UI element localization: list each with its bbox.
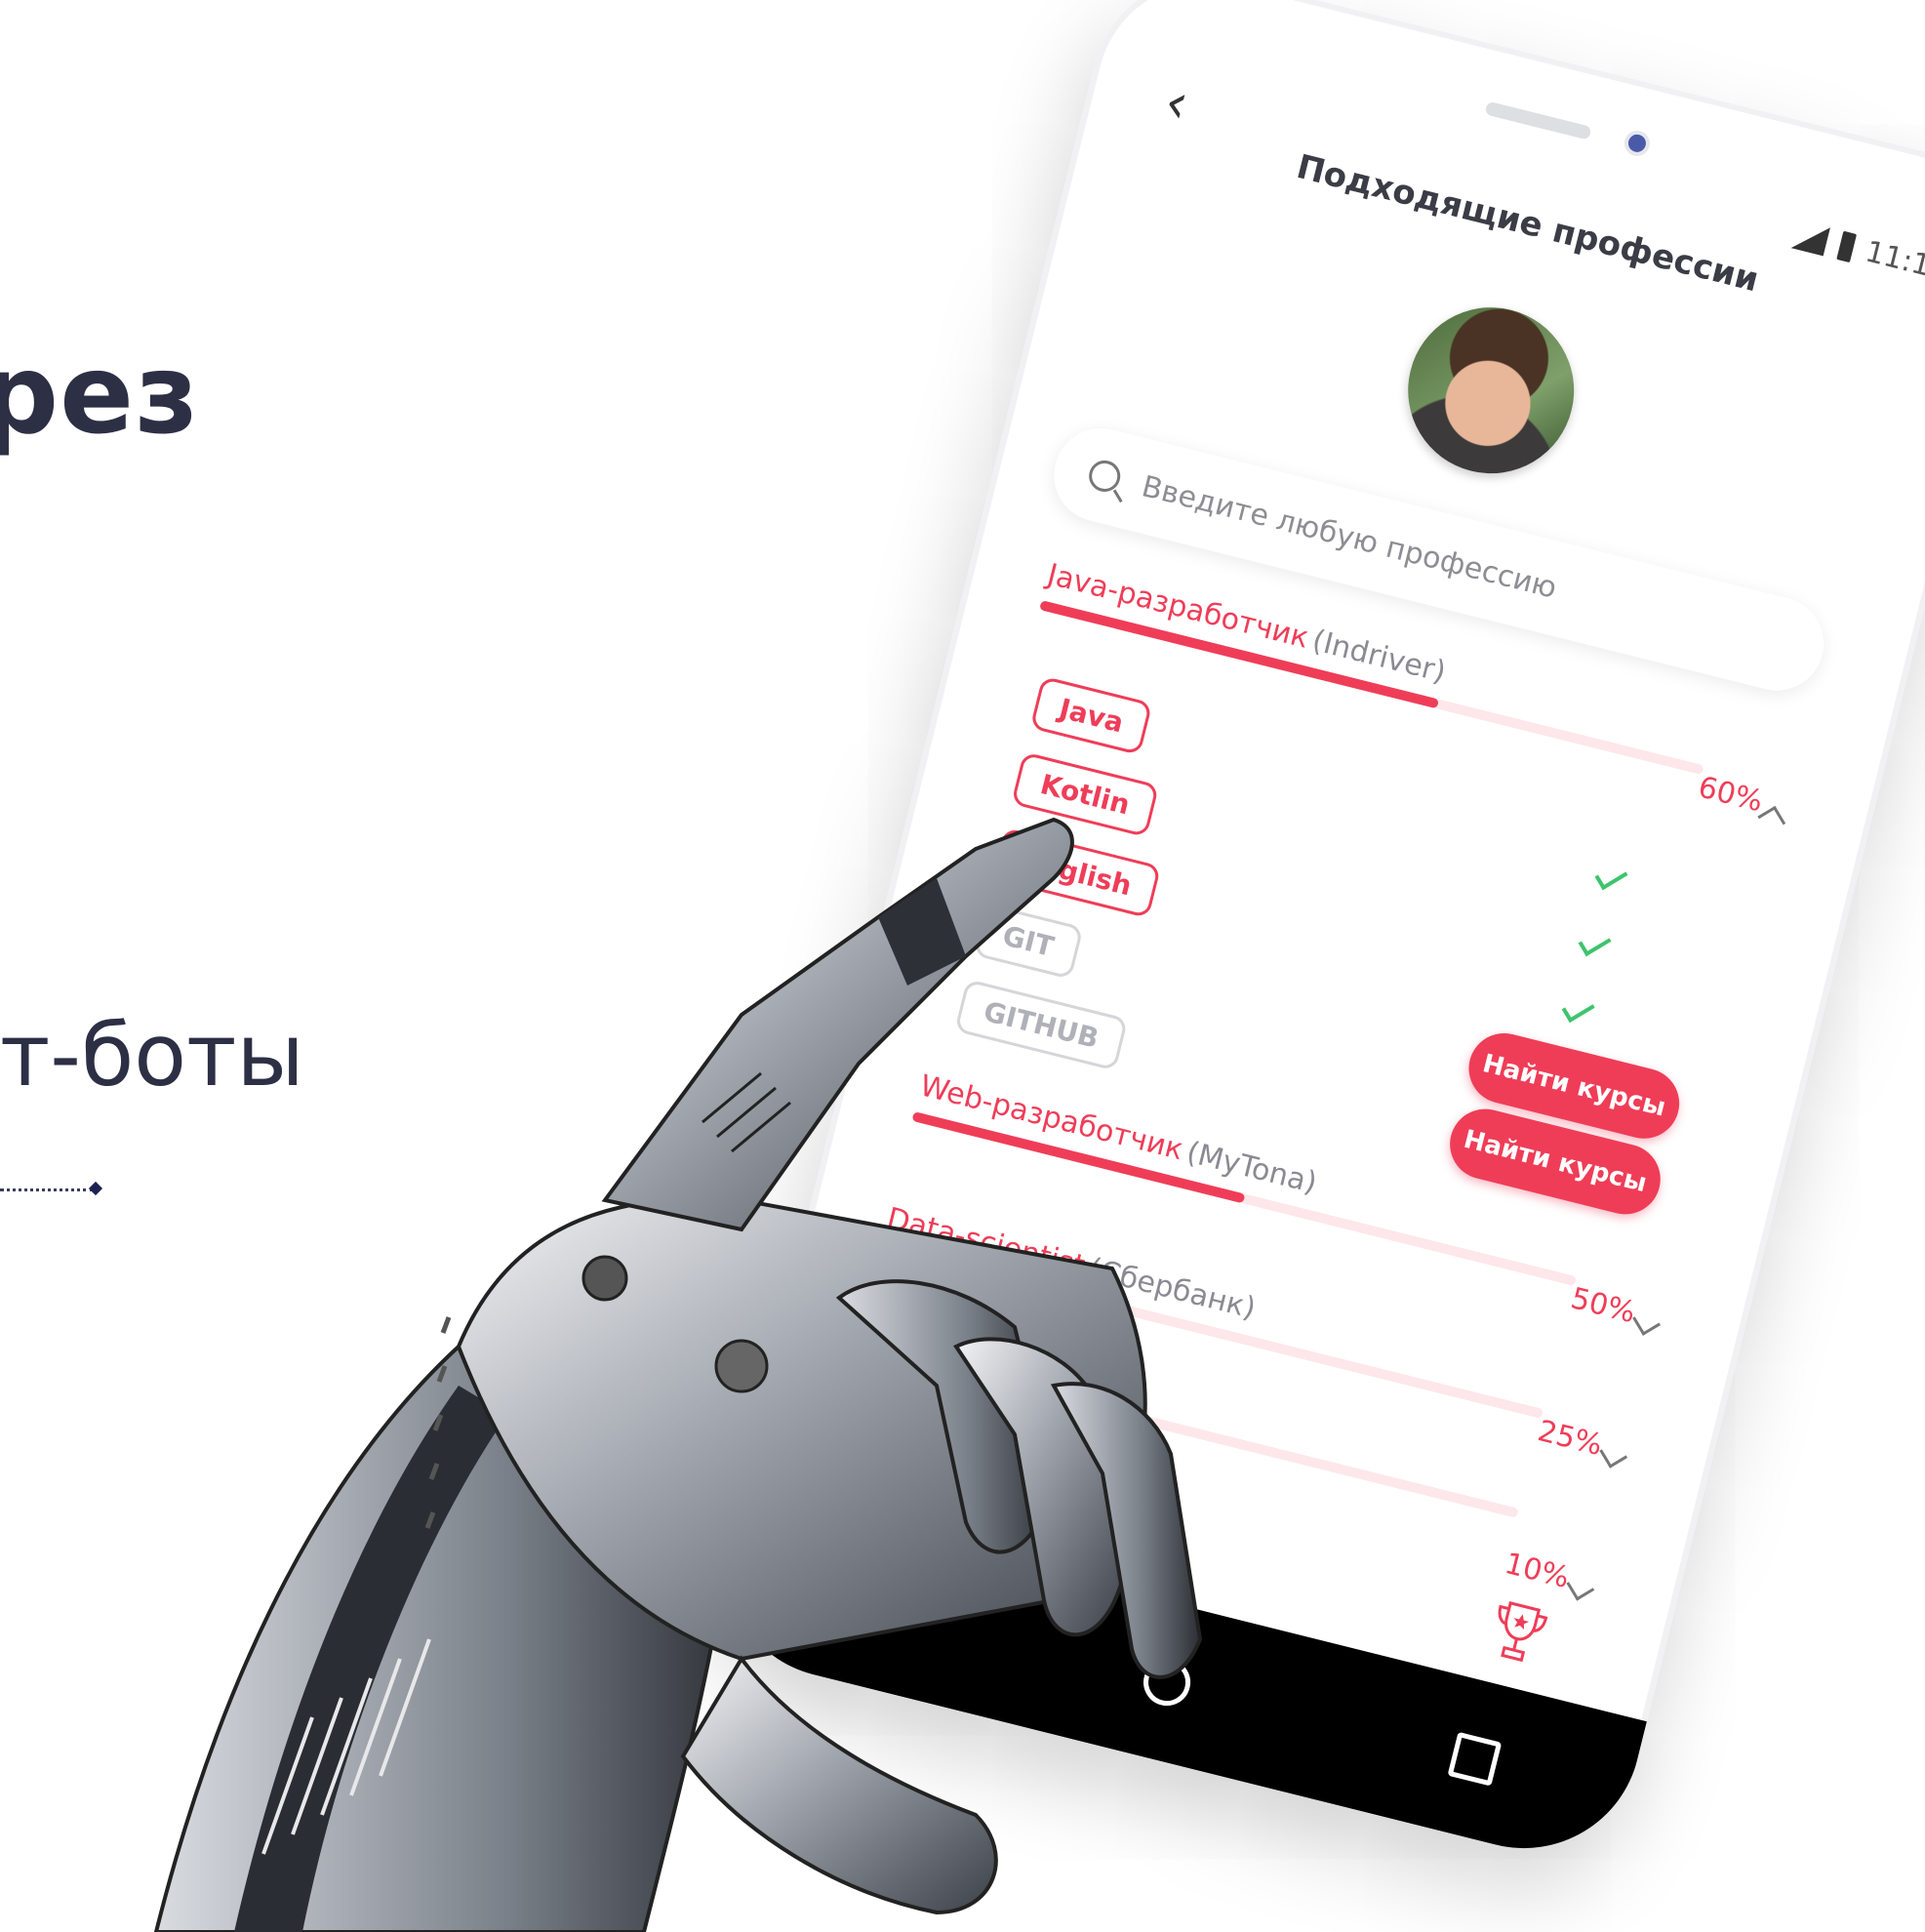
match-percent: 25% [1534, 1414, 1606, 1464]
nav-home-icon[interactable] [1138, 1654, 1196, 1711]
match-progress-bar [878, 1243, 1544, 1419]
profession-company: (Сбербанк) [1085, 1251, 1260, 1327]
skill-tag-java[interactable]: Java [1029, 675, 1153, 756]
nav-recents-icon[interactable] [1447, 1731, 1503, 1787]
phone-mockup: 11:11 ‹ Подходящие профессии Java-разраб… [700, 0, 1925, 1873]
battery-icon [1835, 230, 1857, 262]
nav-back-icon[interactable] [846, 1584, 886, 1630]
skill-tag-git[interactable]: GIT [973, 903, 1084, 980]
match-progress-fill [854, 1343, 923, 1370]
check-icon [1561, 993, 1595, 1024]
phone-speaker [1484, 101, 1592, 141]
skill-tag-github[interactable]: GITHUB [954, 979, 1129, 1071]
match-percent: 60% [1695, 770, 1767, 820]
page-title: Подходящие профессии [1293, 146, 1763, 301]
decorative-dashes [424, 1316, 452, 1529]
status-time: 11:11 [1862, 234, 1925, 289]
chevron-down-icon[interactable] [1599, 1439, 1628, 1469]
chevron-up-icon[interactable] [1757, 805, 1786, 834]
search-icon[interactable] [1085, 457, 1124, 496]
skill-tag-english[interactable]: English [991, 826, 1162, 919]
check-icon [1578, 928, 1612, 957]
match-percent: 10% [1501, 1546, 1573, 1595]
match-percent: 50% [1567, 1281, 1639, 1331]
check-icon [1594, 862, 1628, 891]
skill-tag-kotlin[interactable]: Kotlin [1011, 751, 1160, 838]
avatar[interactable] [1390, 290, 1592, 492]
signal-icon [1790, 219, 1830, 256]
hero-heading-fragment: рез [0, 332, 200, 459]
status-bar: 11:11 [1790, 217, 1925, 288]
chevron-left-icon[interactable]: ‹ [1158, 70, 1194, 137]
android-nav-bar [700, 1495, 1647, 1873]
trophy-icon[interactable] [1481, 1593, 1554, 1673]
hero-divider-marker [88, 1181, 103, 1196]
chevron-down-icon[interactable] [1566, 1572, 1595, 1601]
phone-camera [1626, 132, 1648, 154]
chevron-down-icon[interactable] [1632, 1308, 1661, 1336]
hero-subtitle-fragment: т-боты [0, 1005, 304, 1106]
hero-dotted-divider [0, 1188, 94, 1191]
